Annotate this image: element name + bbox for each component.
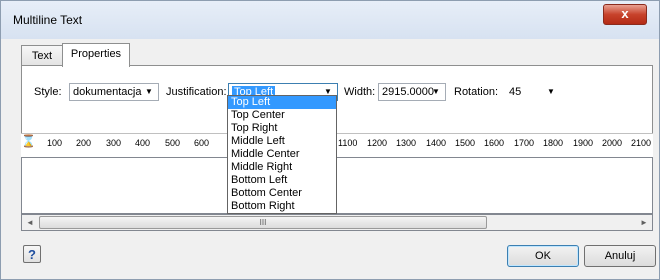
- cancel-button[interactable]: Anuluj: [584, 245, 656, 267]
- title-bar[interactable]: Multiline Text x: [1, 1, 659, 39]
- ruler-tick: 1100: [338, 138, 358, 148]
- ruler-tick: 1700: [514, 138, 535, 148]
- style-label: Style:: [34, 86, 62, 98]
- ruler-tick: 2100: [631, 138, 652, 148]
- chevron-down-icon: ▼: [547, 87, 555, 96]
- justification-option[interactable]: Middle Center: [228, 148, 336, 161]
- justification-label: Justification:: [166, 86, 227, 98]
- justification-option[interactable]: Bottom Left: [228, 174, 336, 187]
- rotation-label: Rotation:: [454, 86, 499, 98]
- ruler-tick: 1400: [426, 138, 447, 148]
- rotation-select[interactable]: 45 ▼: [505, 83, 561, 101]
- justification-dropdown-list: Top Left Top Center Top Right Middle Lef…: [227, 95, 337, 214]
- help-button[interactable]: ?: [23, 245, 41, 263]
- width-select[interactable]: 2915.0000 ▼: [378, 83, 446, 101]
- scroll-left-icon[interactable]: ◄: [22, 215, 38, 230]
- justification-option[interactable]: Middle Right: [228, 161, 336, 174]
- chevron-down-icon: ▼: [432, 87, 440, 96]
- ruler: ⌛ 100 200 300 400 500 600 1100 1200 1300…: [21, 133, 653, 159]
- width-value: 2915.0000: [382, 86, 434, 98]
- ok-button[interactable]: OK: [507, 245, 579, 267]
- ruler-tick: 1600: [484, 138, 505, 148]
- rotation-value: 45: [509, 86, 522, 98]
- ruler-tick: 1500: [455, 138, 476, 148]
- justification-option[interactable]: Middle Left: [228, 135, 336, 148]
- ruler-tick: 100: [47, 138, 63, 148]
- scrollbar-thumb[interactable]: III: [39, 216, 487, 229]
- ruler-tick: 300: [106, 138, 122, 148]
- tab-marker-icon[interactable]: ⌛: [21, 134, 36, 148]
- multiline-text-dialog: Multiline Text x Text Properties Style: …: [0, 0, 660, 280]
- horizontal-scrollbar[interactable]: ◄ III ►: [21, 214, 653, 231]
- ruler-tick: 1900: [573, 138, 594, 148]
- justification-option[interactable]: Bottom Right: [228, 200, 336, 213]
- ruler-tick: 1200: [367, 138, 388, 148]
- style-value: dokumentacja: [73, 86, 142, 98]
- ruler-tick: 1300: [396, 138, 417, 148]
- width-label: Width:: [344, 86, 376, 98]
- style-select[interactable]: dokumentacja ▼: [69, 83, 159, 101]
- ruler-tick: 2000: [602, 138, 623, 148]
- text-editor[interactable]: [21, 157, 653, 214]
- scroll-right-icon[interactable]: ►: [636, 215, 652, 230]
- ruler-tick: 400: [135, 138, 151, 148]
- help-icon: ?: [28, 247, 36, 262]
- properties-panel: Style: dokumentacja ▼ Justification: Top…: [21, 65, 653, 135]
- justification-option[interactable]: Top Right: [228, 122, 336, 135]
- chevron-down-icon: ▼: [145, 87, 153, 96]
- grip-icon: III: [259, 218, 267, 227]
- tab-text[interactable]: Text: [21, 45, 63, 66]
- dialog-title: Multiline Text: [13, 13, 83, 27]
- justification-option[interactable]: Bottom Center: [228, 187, 336, 200]
- ruler-tick: 200: [76, 138, 92, 148]
- justification-option[interactable]: Top Center: [228, 109, 336, 122]
- ruler-tick: 600: [194, 138, 210, 148]
- ruler-tick: 500: [165, 138, 181, 148]
- tab-properties[interactable]: Properties: [62, 43, 130, 67]
- close-icon: x: [621, 6, 629, 21]
- justification-option[interactable]: Top Left: [228, 96, 336, 109]
- close-button[interactable]: x: [603, 4, 647, 25]
- ruler-tick: 1800: [543, 138, 564, 148]
